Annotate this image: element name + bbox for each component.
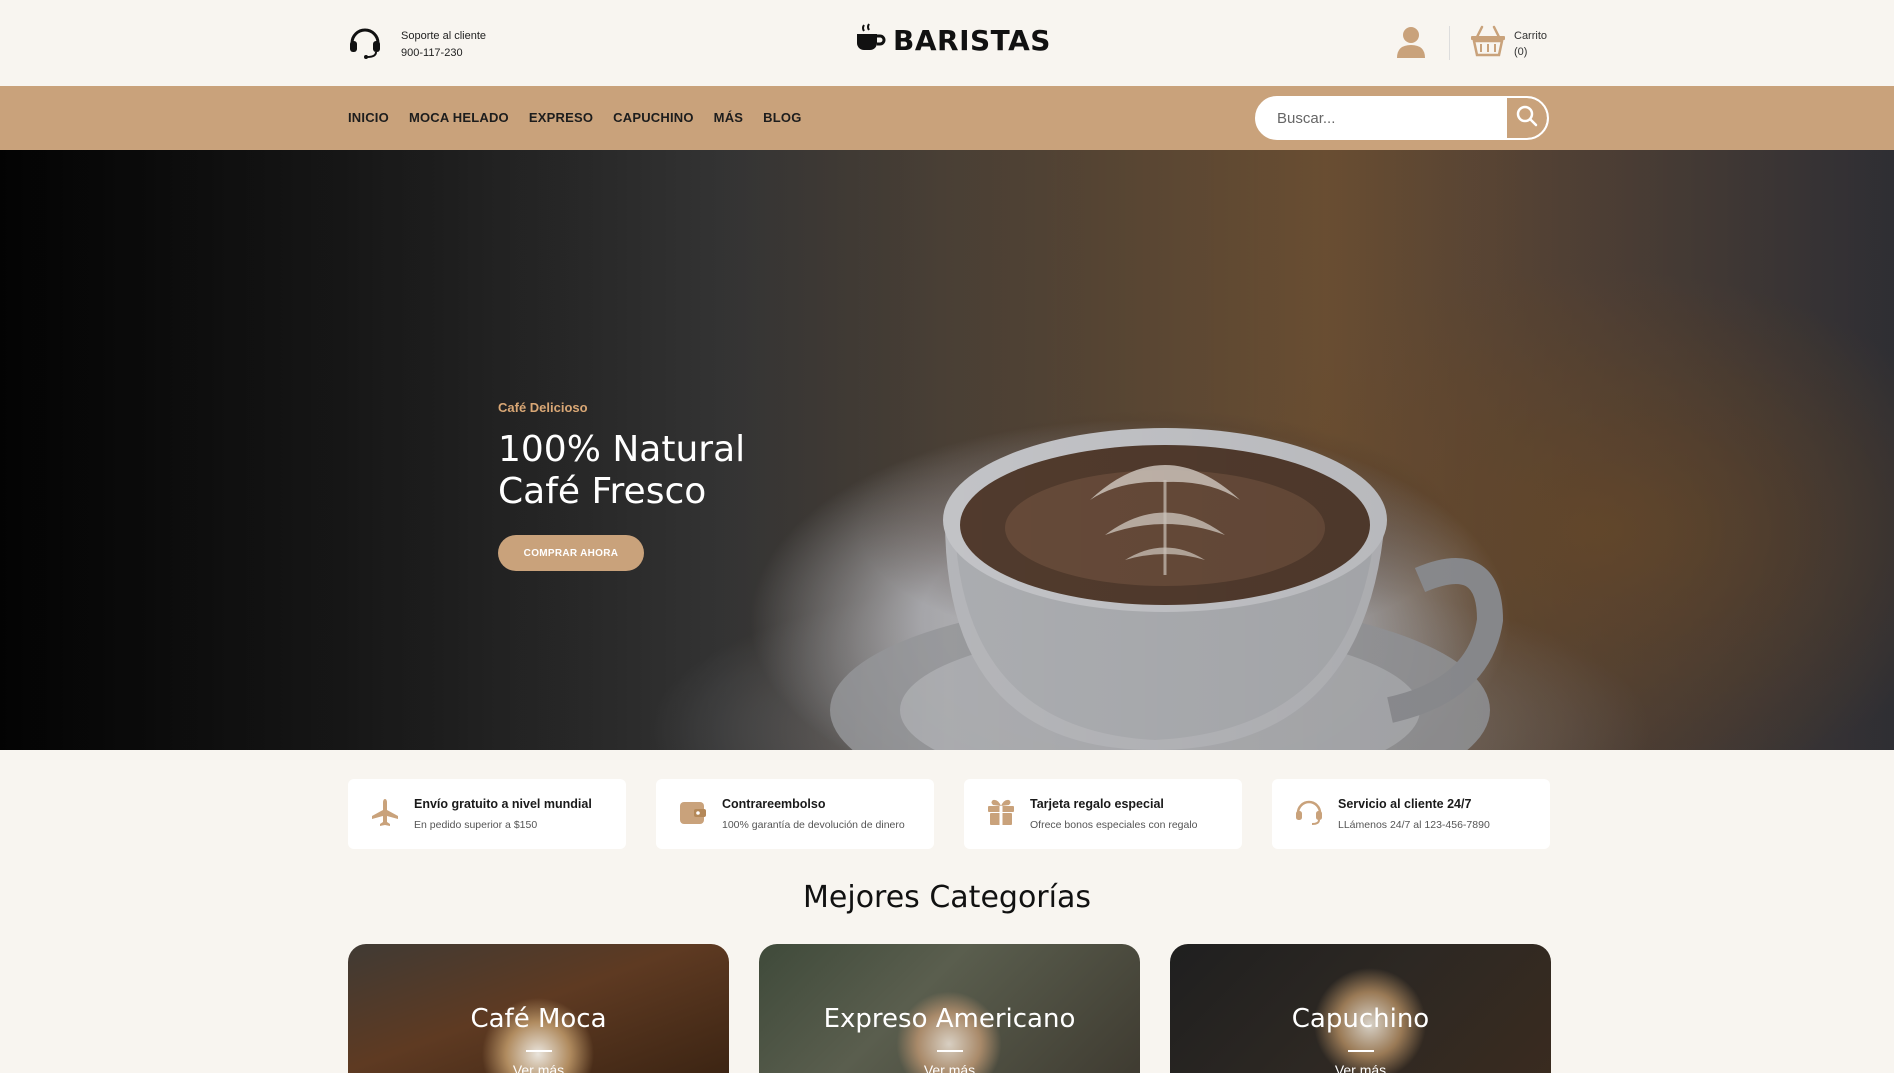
main-navbar: INICIO MOCA HELADO EXPRESO CAPUCHINO MÁS… (0, 86, 1894, 150)
category-title: Expreso Americano (823, 1004, 1076, 1034)
search-button[interactable] (1507, 98, 1547, 138)
cart-count: (0) (1514, 45, 1528, 58)
support-label: Soporte al cliente (401, 29, 486, 42)
logo[interactable]: BARISTAS (855, 22, 1051, 59)
hero-title-line1: 100% Natural (498, 429, 746, 470)
hero-overlay (0, 150, 1894, 750)
feature-title: Tarjeta regalo especial (1030, 797, 1164, 811)
feature-title: Contrareembolso (722, 797, 826, 811)
cart-button[interactable]: Carrito (0) (1470, 25, 1547, 62)
category-link[interactable]: Ver más (348, 1062, 729, 1073)
feature-card: Envío gratuito a nivel mundial En pedido… (348, 779, 626, 849)
hero-banner: Café Delicioso 100% Natural Café Fresco … (0, 150, 1894, 750)
support-phone[interactable]: 900-117-230 (401, 45, 486, 62)
feature-card: Tarjeta regalo especial Ofrece bonos esp… (964, 779, 1242, 849)
feature-title: Servicio al cliente 24/7 (1338, 797, 1472, 811)
category-link[interactable]: Ver más (759, 1062, 1140, 1073)
logo-text: BARISTAS (893, 24, 1051, 57)
nav-item-expreso[interactable]: EXPRESO (529, 110, 593, 125)
nav-item-capuchino[interactable]: CAPUCHINO (613, 110, 694, 125)
hero-content: Café Delicioso 100% Natural Café Fresco … (498, 400, 745, 571)
search-input[interactable] (1257, 98, 1507, 138)
feature-title: Envío gratuito a nivel mundial (414, 797, 592, 811)
wallet-icon (678, 797, 708, 832)
category-divider (525, 1050, 552, 1052)
header-divider (1449, 26, 1450, 60)
nav-item-mas[interactable]: MÁS (714, 110, 744, 125)
search-icon (1516, 105, 1538, 132)
cart-label: Carrito (1514, 29, 1548, 42)
headset-icon (1294, 797, 1324, 832)
basket-icon (1470, 25, 1506, 62)
gift-icon (986, 797, 1016, 832)
category-card-capuchino[interactable]: Capuchino Ver más (1170, 944, 1551, 1073)
feature-subtitle: Ofrece bonos especiales con regalo (1030, 819, 1198, 831)
category-link[interactable]: Ver más (1170, 1062, 1551, 1073)
hero-title-line2: Café Fresco (498, 471, 707, 512)
nav-item-inicio[interactable]: INICIO (348, 110, 389, 125)
search-box (1255, 96, 1549, 140)
category-title: Capuchino (1291, 1004, 1430, 1034)
airplane-icon (370, 797, 400, 832)
nav-item-blog[interactable]: BLOG (763, 110, 801, 125)
hero-kicker: Café Delicioso (498, 400, 588, 415)
feature-card: Contrareembolso 100% garantía de devoluc… (656, 779, 934, 849)
nav-item-moca-helado[interactable]: MOCA HELADO (409, 110, 509, 125)
coffee-cup-icon (855, 22, 887, 59)
feature-subtitle: LLámenos 24/7 al 123-456-7890 (1338, 819, 1490, 831)
category-title: Café Moca (470, 1004, 607, 1034)
feature-card: Servicio al cliente 24/7 LLámenos 24/7 a… (1272, 779, 1550, 849)
headset-icon (347, 24, 383, 65)
main-nav: INICIO MOCA HELADO EXPRESO CAPUCHINO MÁS… (348, 110, 822, 125)
user-account-icon[interactable] (1396, 26, 1426, 63)
features-row: Envío gratuito a nivel mundial En pedido… (348, 779, 1550, 849)
customer-support[interactable]: Soporte al cliente 900-117-230 (347, 24, 486, 65)
category-card-expreso-americano[interactable]: Expreso Americano Ver más (759, 944, 1140, 1073)
category-divider (936, 1050, 963, 1052)
category-card-cafe-moca[interactable]: Café Moca Ver más (348, 944, 729, 1073)
categories-grid: Café Moca Ver más Expreso Americano Ver … (348, 944, 1551, 1073)
feature-subtitle: En pedido superior a $150 (414, 819, 538, 831)
shop-now-button[interactable]: COMPRAR AHORA (498, 535, 644, 571)
categories-heading: Mejores Categorías (803, 880, 1091, 915)
feature-subtitle: 100% garantía de devolución de dinero (722, 819, 905, 831)
category-divider (1347, 1050, 1374, 1052)
top-bar: Soporte al cliente 900-117-230 BARISTAS (0, 0, 1894, 86)
